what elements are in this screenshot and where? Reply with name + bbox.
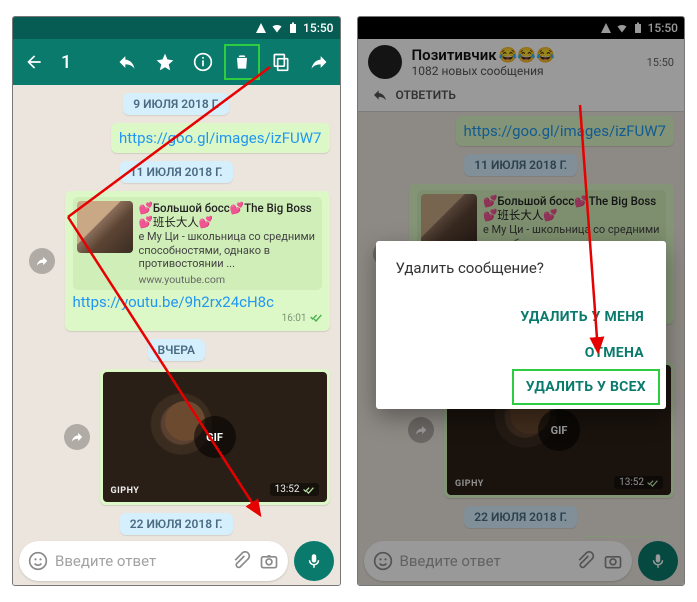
message-youtube[interactable]: 💕Большой босс💕The Big Boss💕班长大人💕 е Му Ци… [65, 191, 330, 331]
date-chip: ВЧЕРА [148, 339, 205, 361]
read-tick-icon [303, 485, 314, 494]
phone-left: 15:50 1 9 ИЮЛЯ 2018 Г. https://g [12, 16, 341, 586]
preview-thumb [77, 201, 133, 253]
message-gif[interactable]: GIF GIPHY 13:52 [100, 369, 330, 505]
preview-desc: е Му Ци - школьница со средними способно… [139, 230, 318, 271]
star-button[interactable] [150, 47, 180, 77]
link-text: https://goo.gl/images/izFUW7 [119, 129, 321, 147]
message-link-1[interactable]: https://goo.gl/images/izFUW7 [111, 123, 329, 153]
gif-badge: GIF [194, 416, 236, 458]
wifi-icon [271, 22, 283, 34]
preview-source: www.youtube.com [139, 273, 318, 286]
share-bubble-button[interactable] [64, 424, 90, 450]
cancel-button[interactable]: ОТМЕНА [571, 335, 658, 371]
preview-title: 💕Большой босс💕The Big Boss💕班长大人💕 [139, 201, 318, 230]
selection-count: 1 [61, 52, 71, 73]
link-text: https://youtu.be/9h2rx24cH8c [73, 293, 274, 311]
message-time: 13:52 [275, 484, 300, 495]
selection-toolbar: 1 [13, 39, 340, 85]
chat-body: 9 ИЮЛЯ 2018 Г. https://goo.gl/images/izF… [13, 85, 340, 537]
battery-icon [287, 22, 299, 34]
delete-button[interactable] [227, 47, 257, 77]
reply-button[interactable] [112, 47, 142, 77]
camera-icon[interactable] [258, 550, 280, 572]
date-chip: 11 ИЮЛЯ 2018 Г. [120, 161, 233, 183]
delete-dialog: Удалить сообщение? УДАЛИТЬ У МЕНЯ ОТМЕНА… [376, 241, 667, 409]
status-bar: 15:50 [13, 17, 340, 39]
share-bubble-button[interactable] [29, 248, 55, 274]
mic-button[interactable] [294, 541, 334, 581]
giphy-label: GIPHY [111, 486, 140, 496]
gif-thumb: GIF GIPHY 13:52 [103, 372, 327, 502]
back-button[interactable] [19, 47, 49, 77]
delete-for-all-button[interactable]: УДАЛИТЬ У ВСЕХ [512, 369, 660, 405]
message-input[interactable]: Введите ответ [55, 552, 224, 570]
info-button[interactable] [188, 47, 218, 77]
input-bar: Введите ответ [13, 537, 340, 585]
delete-for-me-button[interactable]: УДАЛИТЬ У МЕНЯ [506, 299, 658, 335]
message-time: 16:01 [282, 313, 307, 324]
emoji-icon[interactable] [27, 550, 49, 572]
clock: 15:50 [303, 21, 333, 35]
link-preview: 💕Большой босс💕The Big Boss💕班长大人💕 е Му Ци… [73, 197, 322, 290]
dialog-title: Удалить сообщение? [396, 259, 659, 277]
read-tick-icon [310, 312, 322, 325]
attach-icon[interactable] [230, 550, 252, 572]
forward-button[interactable] [304, 47, 334, 77]
delete-highlight [224, 44, 260, 80]
date-chip: 22 ИЮЛЯ 2018 Г. [120, 513, 233, 535]
copy-button[interactable] [266, 47, 296, 77]
signal-icon [255, 22, 267, 34]
date-chip: 9 ИЮЛЯ 2018 Г. [123, 93, 229, 115]
message-input-container: Введите ответ [19, 541, 288, 581]
phone-right: 15:50 Позитивчик 😂😂😂 1082 новых сообщени… [357, 16, 686, 586]
